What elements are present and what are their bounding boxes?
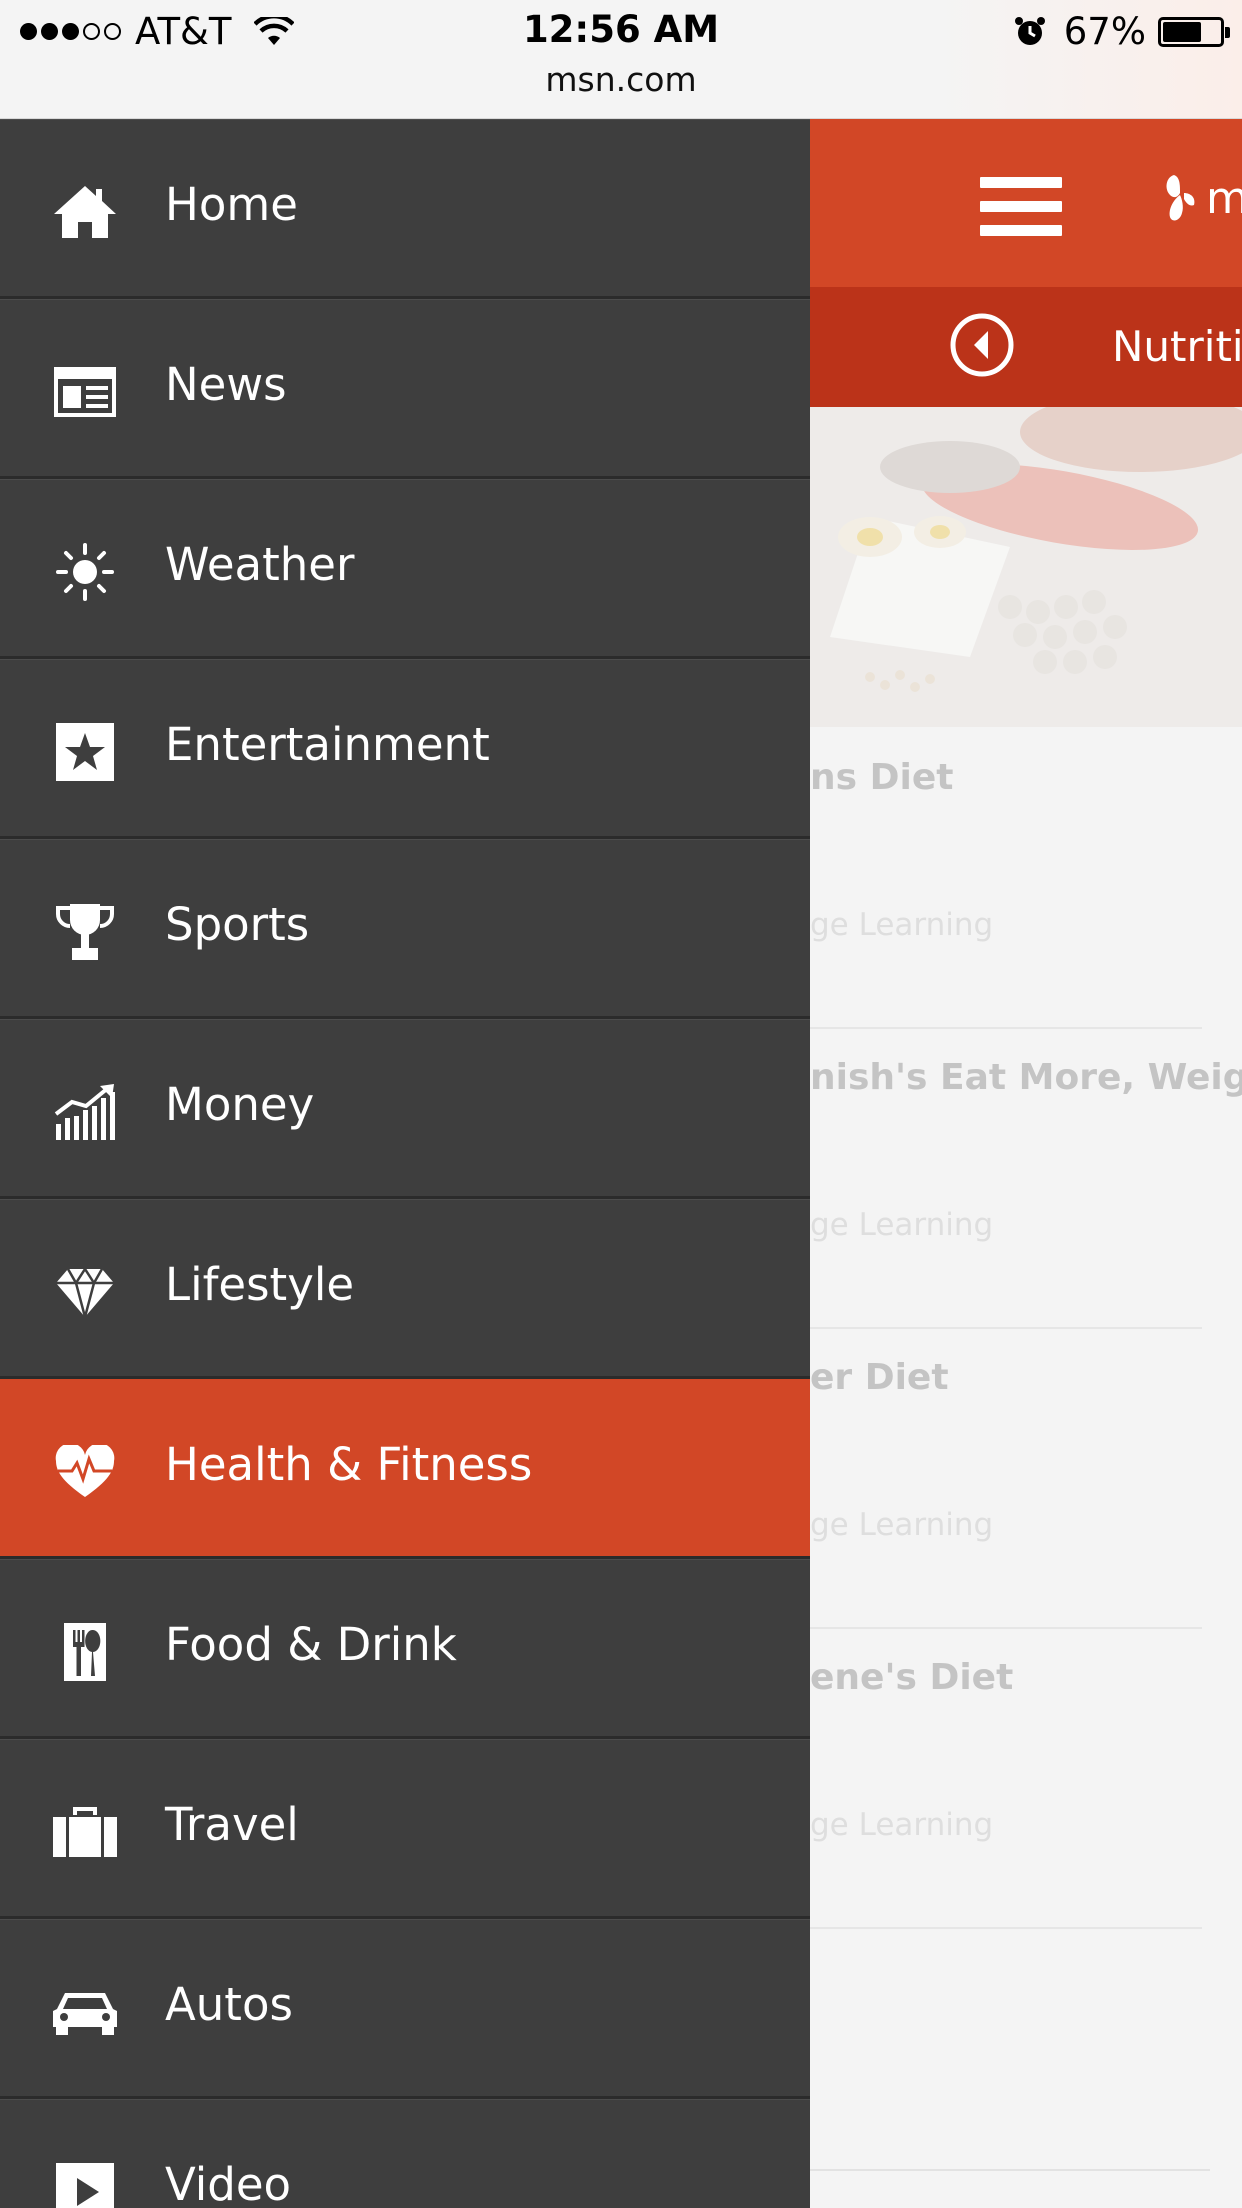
alarm-icon — [1014, 16, 1045, 45]
logo-text: m — [1206, 172, 1242, 224]
article-title: ns Diet — [810, 757, 954, 798]
menu-item-entertainment[interactable]: Entertainment — [0, 659, 810, 839]
page-content: m Nutriti ns Diet ge Learning nish's Eat… — [810, 119, 1242, 2208]
star-icon — [50, 720, 120, 784]
menu-label: Autos — [165, 1978, 293, 2031]
menu-item-health-fitness[interactable]: Health & Fitness — [0, 1379, 810, 1559]
article-source: ge Learning — [810, 1207, 994, 1243]
article-source: ge Learning — [810, 1507, 994, 1543]
section-title: Nutriti — [1112, 322, 1242, 371]
hamburger-menu-icon[interactable] — [980, 177, 1062, 237]
article-item[interactable]: er Diet ge Learning — [810, 1327, 1202, 1629]
section-header: Nutriti — [810, 287, 1242, 407]
menu-item-money[interactable]: Money — [0, 1019, 810, 1199]
article-item[interactable]: nish's Eat More, Weigh ge Learning — [810, 1027, 1242, 1329]
menu-item-weather[interactable]: Weather — [0, 479, 810, 659]
butterfly-icon — [1166, 175, 1195, 221]
menu-item-autos[interactable]: Autos — [0, 1919, 810, 2099]
newspaper-icon — [50, 360, 120, 424]
menu-label: Travel — [165, 1798, 299, 1851]
battery-status: 67% — [1014, 10, 1230, 53]
hero-image[interactable] — [810, 407, 1242, 727]
diamond-icon — [50, 1260, 120, 1324]
menu-label: Weather — [165, 538, 355, 591]
menu-label: Money — [165, 1078, 315, 1131]
home-icon — [50, 180, 120, 244]
play-icon — [50, 2160, 120, 2208]
article-source: ge Learning — [810, 907, 994, 943]
article-title: nish's Eat More, Weigh — [810, 1057, 1242, 1098]
menu-item-video[interactable]: Video — [0, 2099, 810, 2208]
article-item[interactable]: ene's Diet ge Learning — [810, 1627, 1202, 1929]
menu-label: Food & Drink — [165, 1618, 457, 1671]
address-bar-url[interactable]: msn.com — [0, 60, 1242, 99]
menu-item-sports[interactable]: Sports — [0, 839, 810, 1019]
article-title: er Diet — [810, 1357, 949, 1398]
heart-pulse-icon — [50, 1440, 120, 1504]
suitcase-icon — [50, 1800, 120, 1864]
menu-label: Lifestyle — [165, 1258, 355, 1311]
menu-item-lifestyle[interactable]: Lifestyle — [0, 1199, 810, 1379]
menu-item-home[interactable]: Home — [0, 119, 810, 299]
menu-label: Video — [165, 2158, 292, 2208]
menu-label: Home — [165, 178, 298, 231]
menu-item-news[interactable]: News — [0, 299, 810, 479]
back-arrow-icon[interactable] — [950, 313, 1014, 377]
battery-percent: 67% — [1063, 10, 1146, 53]
divider — [810, 2169, 1210, 2171]
menu-item-food-drink[interactable]: Food & Drink — [0, 1559, 810, 1739]
article-title: ene's Diet — [810, 1657, 1014, 1698]
menu-label: Sports — [165, 898, 310, 951]
msn-logo[interactable]: m — [1160, 171, 1242, 225]
side-menu: Home News Weather Entertainment Sports M… — [0, 119, 810, 2208]
trophy-icon — [50, 900, 120, 964]
battery-icon — [1158, 16, 1230, 47]
menu-label: Health & Fitness — [165, 1438, 533, 1491]
app-header: m — [810, 119, 1242, 287]
article-item[interactable]: ns Diet ge Learning — [810, 727, 1202, 1029]
battery-fill — [1163, 21, 1201, 42]
chart-icon — [50, 1080, 120, 1144]
sun-icon — [50, 540, 120, 604]
fork-knife-icon — [50, 1620, 120, 1684]
article-source: ge Learning — [810, 1807, 994, 1843]
menu-item-travel[interactable]: Travel — [0, 1739, 810, 1919]
status-bar: AT&T 12:56 AM msn.com 67% — [0, 0, 1242, 119]
menu-label: News — [165, 358, 287, 411]
menu-label: Entertainment — [165, 718, 490, 771]
car-icon — [50, 1980, 120, 2044]
